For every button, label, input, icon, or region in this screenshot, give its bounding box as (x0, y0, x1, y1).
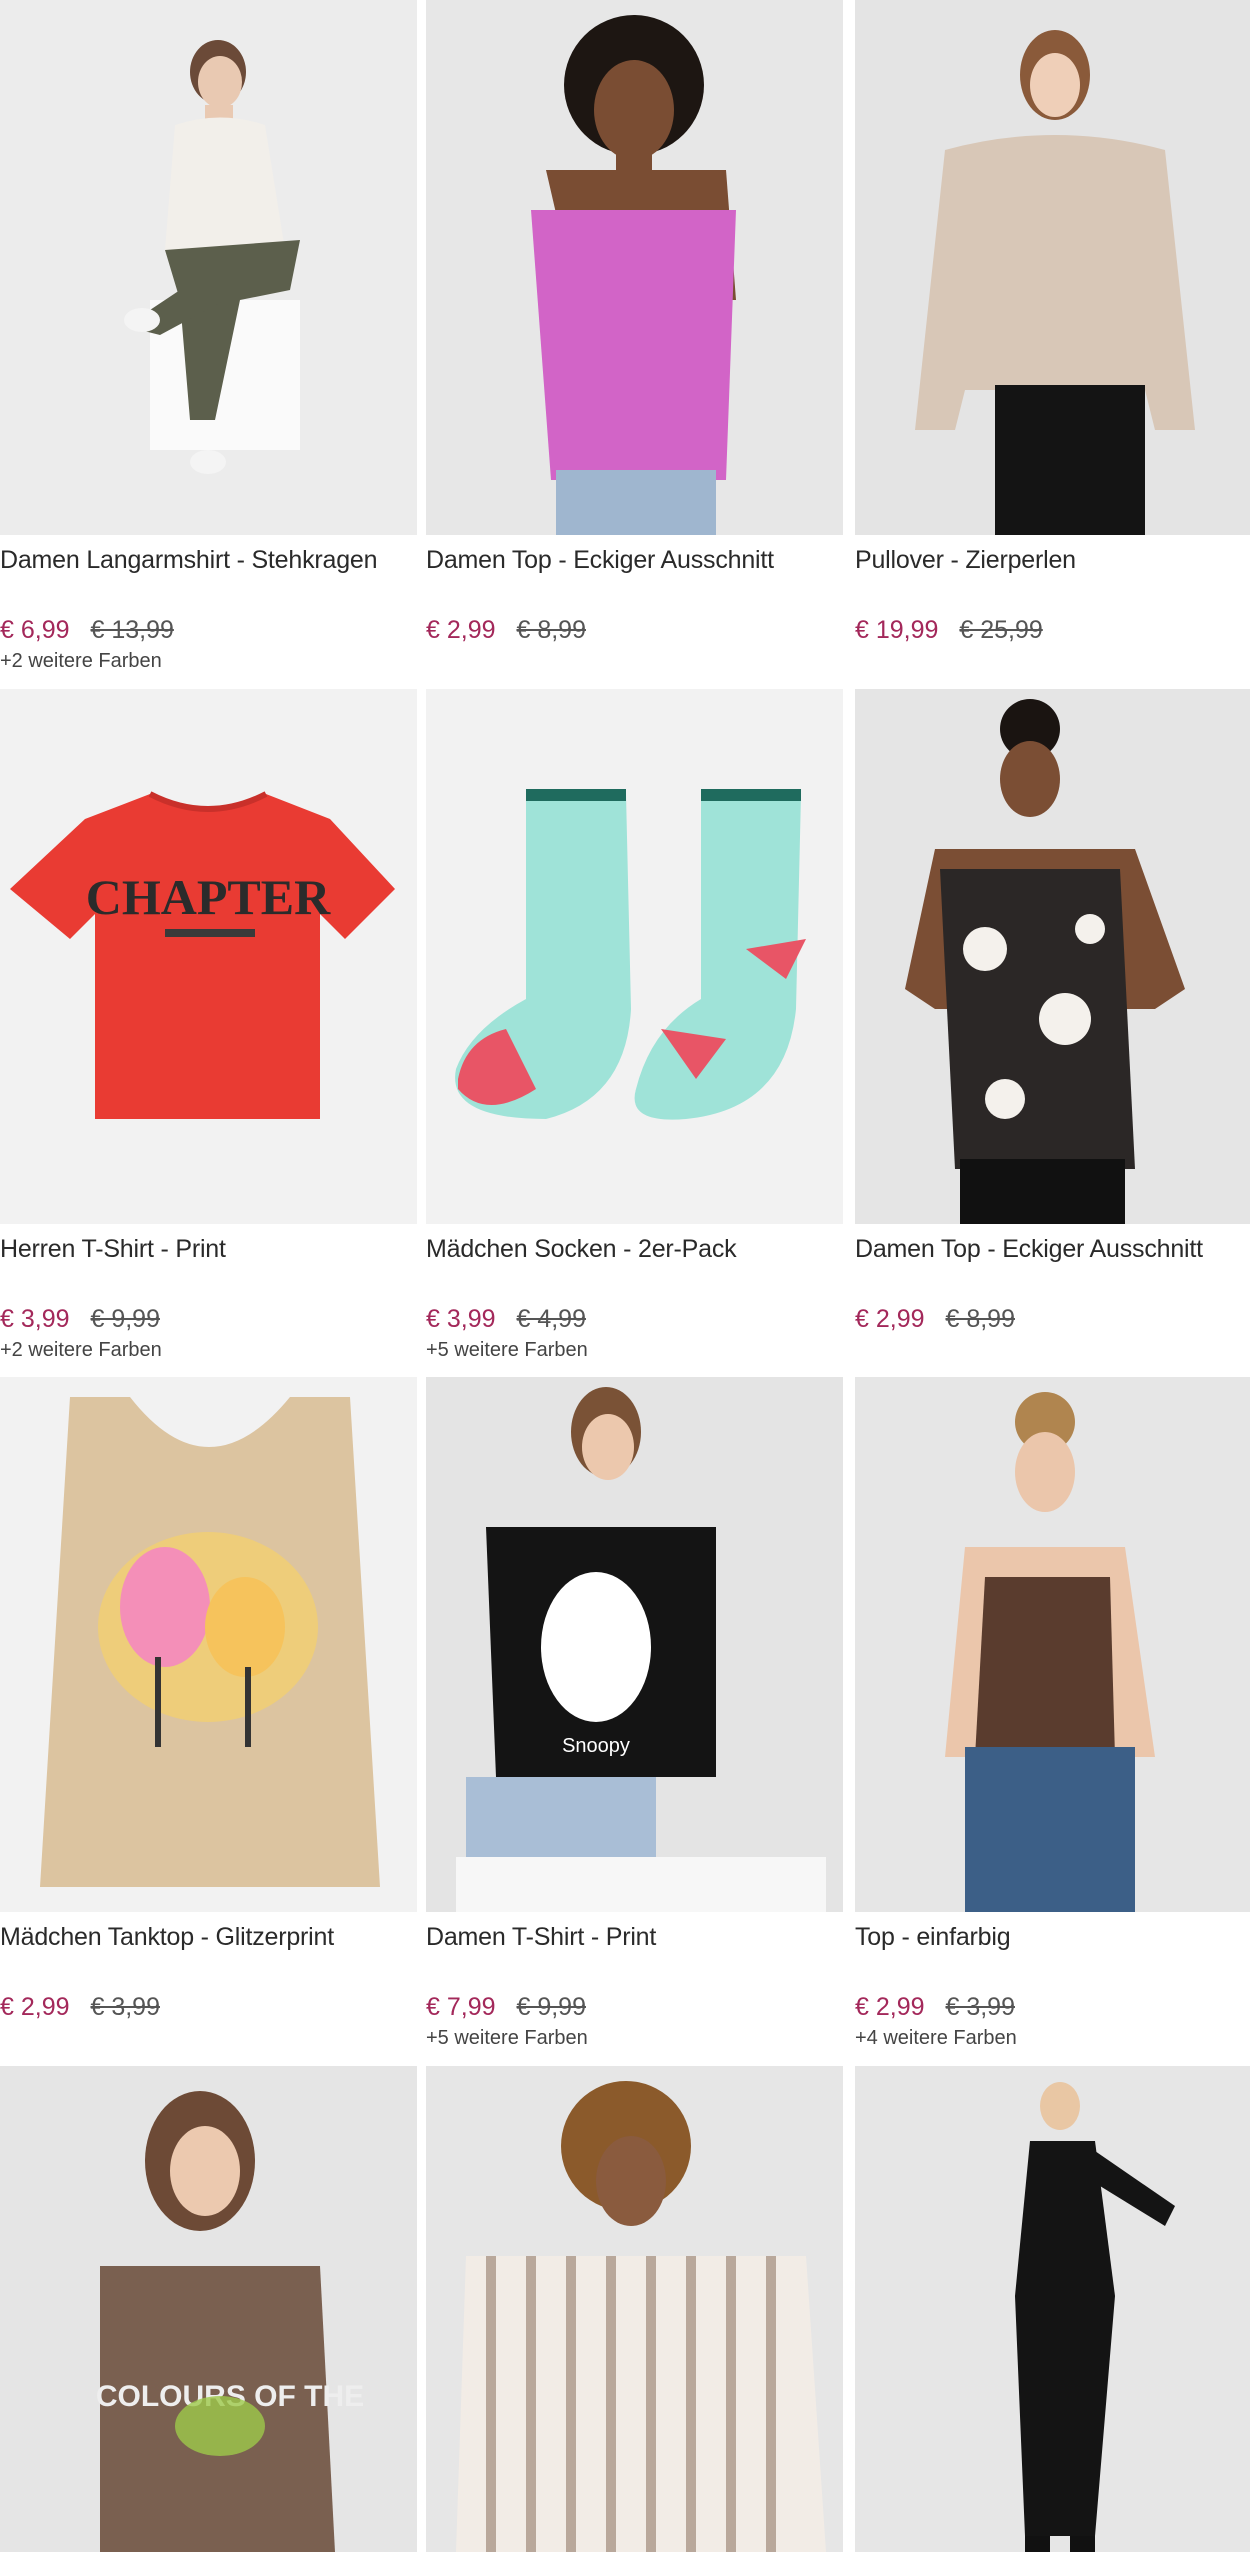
product-title[interactable]: Mädchen Tanktop - Glitzerprint (0, 1922, 417, 1952)
price-row: € 2,99 € 8,99 (855, 1304, 1250, 1334)
product-title[interactable]: Damen Top - Eckiger Ausschnitt (855, 1234, 1250, 1264)
brown-top-image (855, 1377, 1250, 1912)
product-card[interactable]: Damen Top - Eckiger Ausschnitt € 2,99 € … (426, 0, 843, 673)
colours-tshirt-image: COLOURS OF THE (0, 2066, 417, 2552)
product-grid: Damen Langarmshirt - Stehkragen € 6,99 €… (0, 0, 1250, 2552)
product-image[interactable] (0, 0, 417, 535)
original-price: € 8,99 (516, 616, 586, 644)
product-image[interactable]: COLOURS OF THE (0, 2066, 417, 2552)
original-price: € 4,99 (516, 1305, 586, 1333)
original-price: € 3,99 (90, 1993, 160, 2021)
price-row: € 19,99 € 25,99 (855, 615, 1250, 645)
product-card[interactable] (426, 2066, 843, 2552)
product-card[interactable]: CHAPTER Herren T-Shirt - Print € 3,99 € … (0, 689, 417, 1362)
price-row: € 2,99 € 8,99 (426, 615, 843, 645)
product-card[interactable]: Top - einfarbig € 2,99 € 3,99 +4 weitere… (855, 1377, 1250, 2050)
pink-top-image (426, 0, 843, 535)
original-price: € 13,99 (90, 616, 174, 644)
more-colors-link[interactable]: +2 weitere Farben (0, 1338, 417, 1362)
product-title[interactable]: Herren T-Shirt - Print (0, 1234, 417, 1264)
product-card[interactable]: Damen Langarmshirt - Stehkragen € 6,99 €… (0, 0, 417, 673)
product-image[interactable] (426, 2066, 843, 2552)
product-title[interactable]: Pullover - Zierperlen (855, 545, 1250, 575)
sale-price: € 19,99 (855, 616, 939, 644)
product-image[interactable] (426, 0, 843, 535)
product-title[interactable]: Damen Langarmshirt - Stehkragen (0, 545, 417, 575)
price-row: € 2,99 € 3,99 (855, 1992, 1250, 2022)
price-row: € 3,99 € 4,99 (426, 1304, 843, 1334)
product-title[interactable]: Damen T-Shirt - Print (426, 1922, 843, 1952)
product-image[interactable] (855, 689, 1250, 1224)
product-title[interactable]: Damen Top - Eckiger Ausschnitt (426, 545, 843, 575)
sale-price: € 2,99 (426, 616, 496, 644)
product-card[interactable] (855, 2066, 1250, 2552)
price-row: € 3,99 € 9,99 (0, 1304, 417, 1334)
more-colors-link[interactable]: +2 weitere Farben (0, 649, 417, 673)
more-colors-link[interactable] (855, 1338, 1250, 1362)
more-colors-link[interactable] (0, 2026, 417, 2050)
price-row: € 2,99 € 3,99 (0, 1992, 417, 2022)
original-price: € 9,99 (516, 1993, 586, 2021)
knit-sweater-image (855, 0, 1250, 535)
socks-image (426, 689, 843, 1224)
floral-top-image (855, 689, 1250, 1224)
red-tshirt-image: CHAPTER (0, 689, 417, 1224)
product-image[interactable]: Snoopy (426, 1377, 843, 1912)
tshirt-print-text: Snoopy (562, 1735, 630, 1757)
sale-price: € 3,99 (0, 1305, 70, 1333)
more-colors-link[interactable]: +5 weitere Farben (426, 2026, 843, 2050)
product-image[interactable] (855, 1377, 1250, 1912)
product-card[interactable]: COLOURS OF THE (0, 2066, 417, 2552)
original-price: € 8,99 (945, 1305, 1015, 1333)
snoopy-tshirt-image: Snoopy (426, 1377, 843, 1912)
product-card[interactable]: Damen Top - Eckiger Ausschnitt € 2,99 € … (855, 689, 1250, 1362)
black-dress-image (855, 2066, 1250, 2552)
price-row: € 6,99 € 13,99 (0, 615, 417, 645)
more-colors-link[interactable]: +4 weitere Farben (855, 2026, 1250, 2050)
more-colors-link[interactable] (855, 649, 1250, 673)
product-image[interactable] (855, 2066, 1250, 2552)
product-title[interactable]: Mädchen Socken - 2er-Pack (426, 1234, 843, 1264)
more-colors-link[interactable]: +5 weitere Farben (426, 1338, 843, 1362)
product-card[interactable]: Mädchen Socken - 2er-Pack € 3,99 € 4,99 … (426, 689, 843, 1362)
product-image[interactable]: CHAPTER (0, 689, 417, 1224)
more-colors-link[interactable] (426, 649, 843, 673)
sale-price: € 2,99 (0, 1993, 70, 2021)
original-price: € 3,99 (945, 1993, 1015, 2021)
original-price: € 9,99 (90, 1305, 160, 1333)
sale-price: € 3,99 (426, 1305, 496, 1333)
price-row: € 7,99 € 9,99 (426, 1992, 843, 2022)
flamingo-tanktop-image (0, 1377, 417, 1912)
tshirt-print-text: CHAPTER (86, 869, 331, 925)
striped-blouse-image (426, 2066, 843, 2552)
product-title[interactable]: Top - einfarbig (855, 1922, 1250, 1952)
product-image[interactable] (855, 0, 1250, 535)
original-price: € 25,99 (959, 616, 1043, 644)
sale-price: € 6,99 (0, 616, 70, 644)
sale-price: € 7,99 (426, 1993, 496, 2021)
product-card[interactable]: Pullover - Zierperlen € 19,99 € 25,99 (855, 0, 1250, 673)
sitting-woman-image (0, 0, 417, 535)
product-image[interactable] (426, 689, 843, 1224)
sale-price: € 2,99 (855, 1993, 925, 2021)
product-card[interactable]: Mädchen Tanktop - Glitzerprint € 2,99 € … (0, 1377, 417, 2050)
product-image[interactable] (0, 1377, 417, 1912)
sale-price: € 2,99 (855, 1305, 925, 1333)
product-card[interactable]: Snoopy Damen T-Shirt - Print € 7,99 € 9,… (426, 1377, 843, 2050)
